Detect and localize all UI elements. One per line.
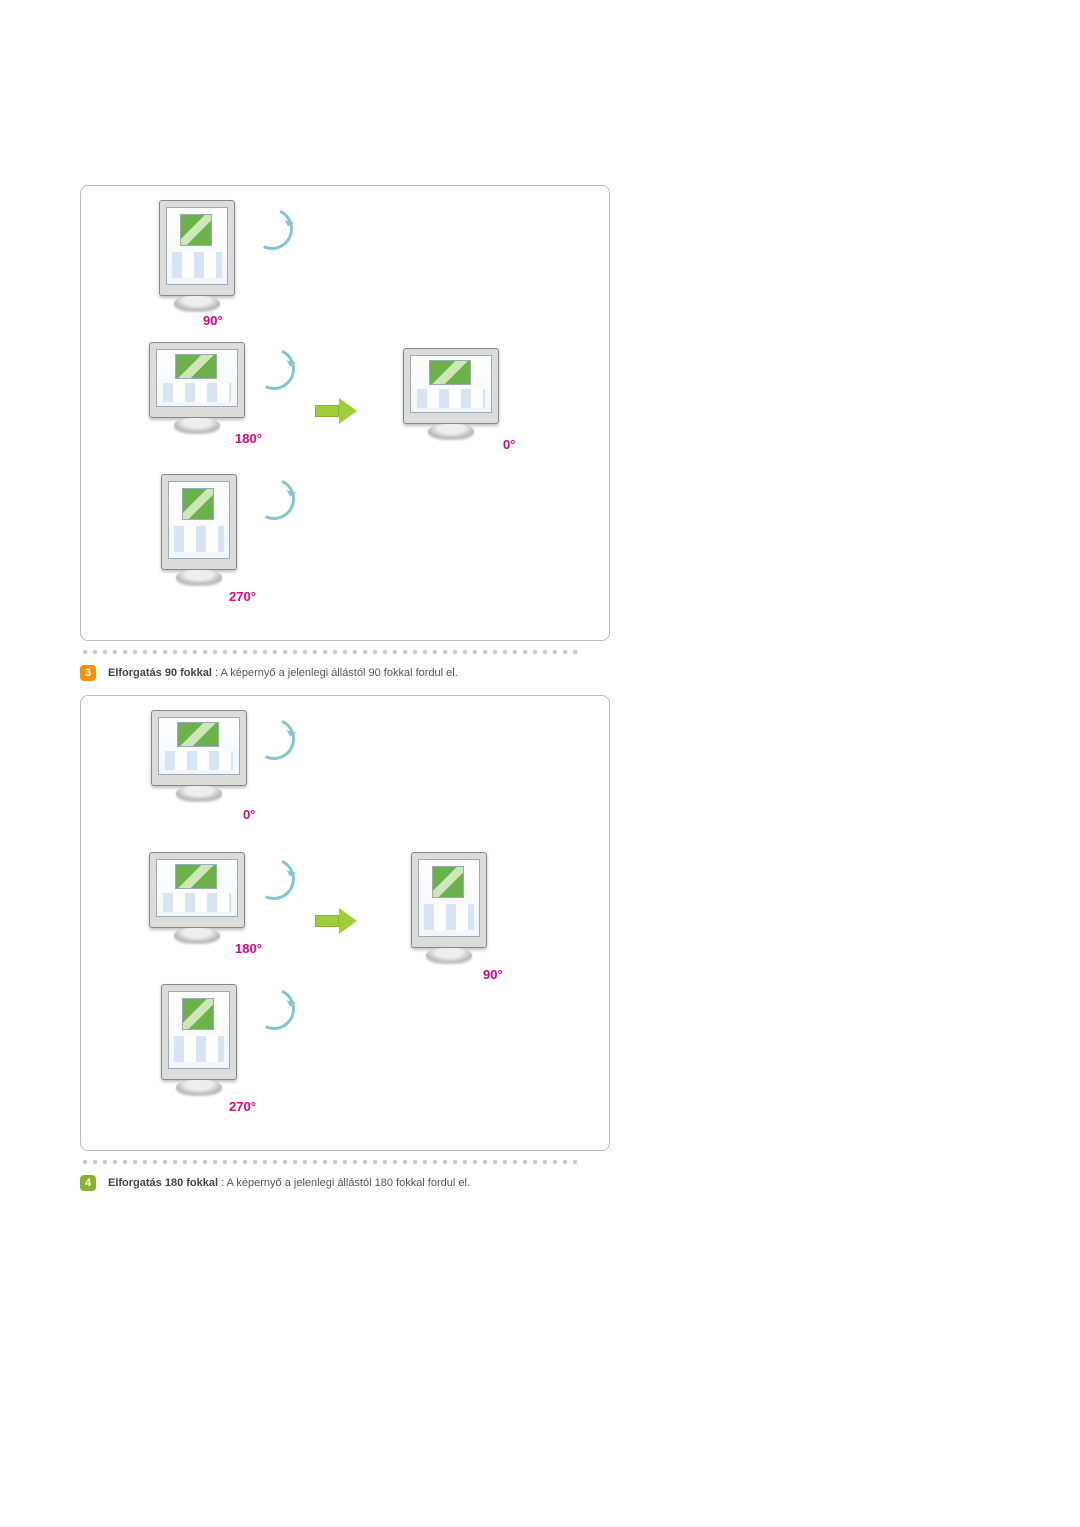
degree-label-270: 270° [229,590,256,603]
document-page: 90° 180° 0° 270° 3 Elforgatás 90 fokkal … [0,0,1080,1325]
rotation-illustration-set-1: 90° 180° 0° 270° [80,185,610,641]
rotate-arc-icon [245,202,299,256]
big-arrow-icon [315,398,359,424]
monitor-portrait-90 [159,200,235,296]
rotate-arc-icon [247,852,301,906]
monitor-portrait-270 [161,984,237,1080]
rotate-arc-icon [247,712,301,766]
step-number-badge-3: 3 [80,665,96,681]
degree-label-90: 90° [483,968,503,981]
dotted-separator [80,1157,578,1167]
degree-label-180: 180° [235,942,262,955]
step-4-line: 4 Elforgatás 180 fokkal : A képernyő a j… [80,1175,1000,1191]
rotate-arc-icon [247,472,301,526]
monitor-landscape-0 [151,710,247,786]
degree-label-90: 90° [203,314,223,327]
rotation-illustration-set-2: 0° 180° 90° 270° [80,695,610,1151]
degree-label-180: 180° [235,432,262,445]
rotate-arc-icon [247,342,301,396]
step-3-text: Elforgatás 90 fokkal : A képernyő a jele… [108,667,458,679]
step-4-title: Elforgatás 180 fokkal [108,1177,218,1189]
degree-label-0: 0° [243,808,255,821]
rotate-arc-icon [247,982,301,1036]
monitor-landscape-0-result [403,348,499,424]
dotted-separator [80,647,578,657]
step-3-title: Elforgatás 90 fokkal [108,667,212,679]
step-3-line: 3 Elforgatás 90 fokkal : A képernyő a je… [80,665,1000,681]
step-number-badge-4: 4 [80,1175,96,1191]
degree-label-270: 270° [229,1100,256,1113]
monitor-landscape-180 [149,852,245,928]
monitor-portrait-270 [161,474,237,570]
big-arrow-icon [315,908,359,934]
step-4-text: Elforgatás 180 fokkal : A képernyő a jel… [108,1177,470,1189]
degree-label-0: 0° [503,438,515,451]
monitor-portrait-90-result [411,852,487,948]
monitor-landscape-180 [149,342,245,418]
